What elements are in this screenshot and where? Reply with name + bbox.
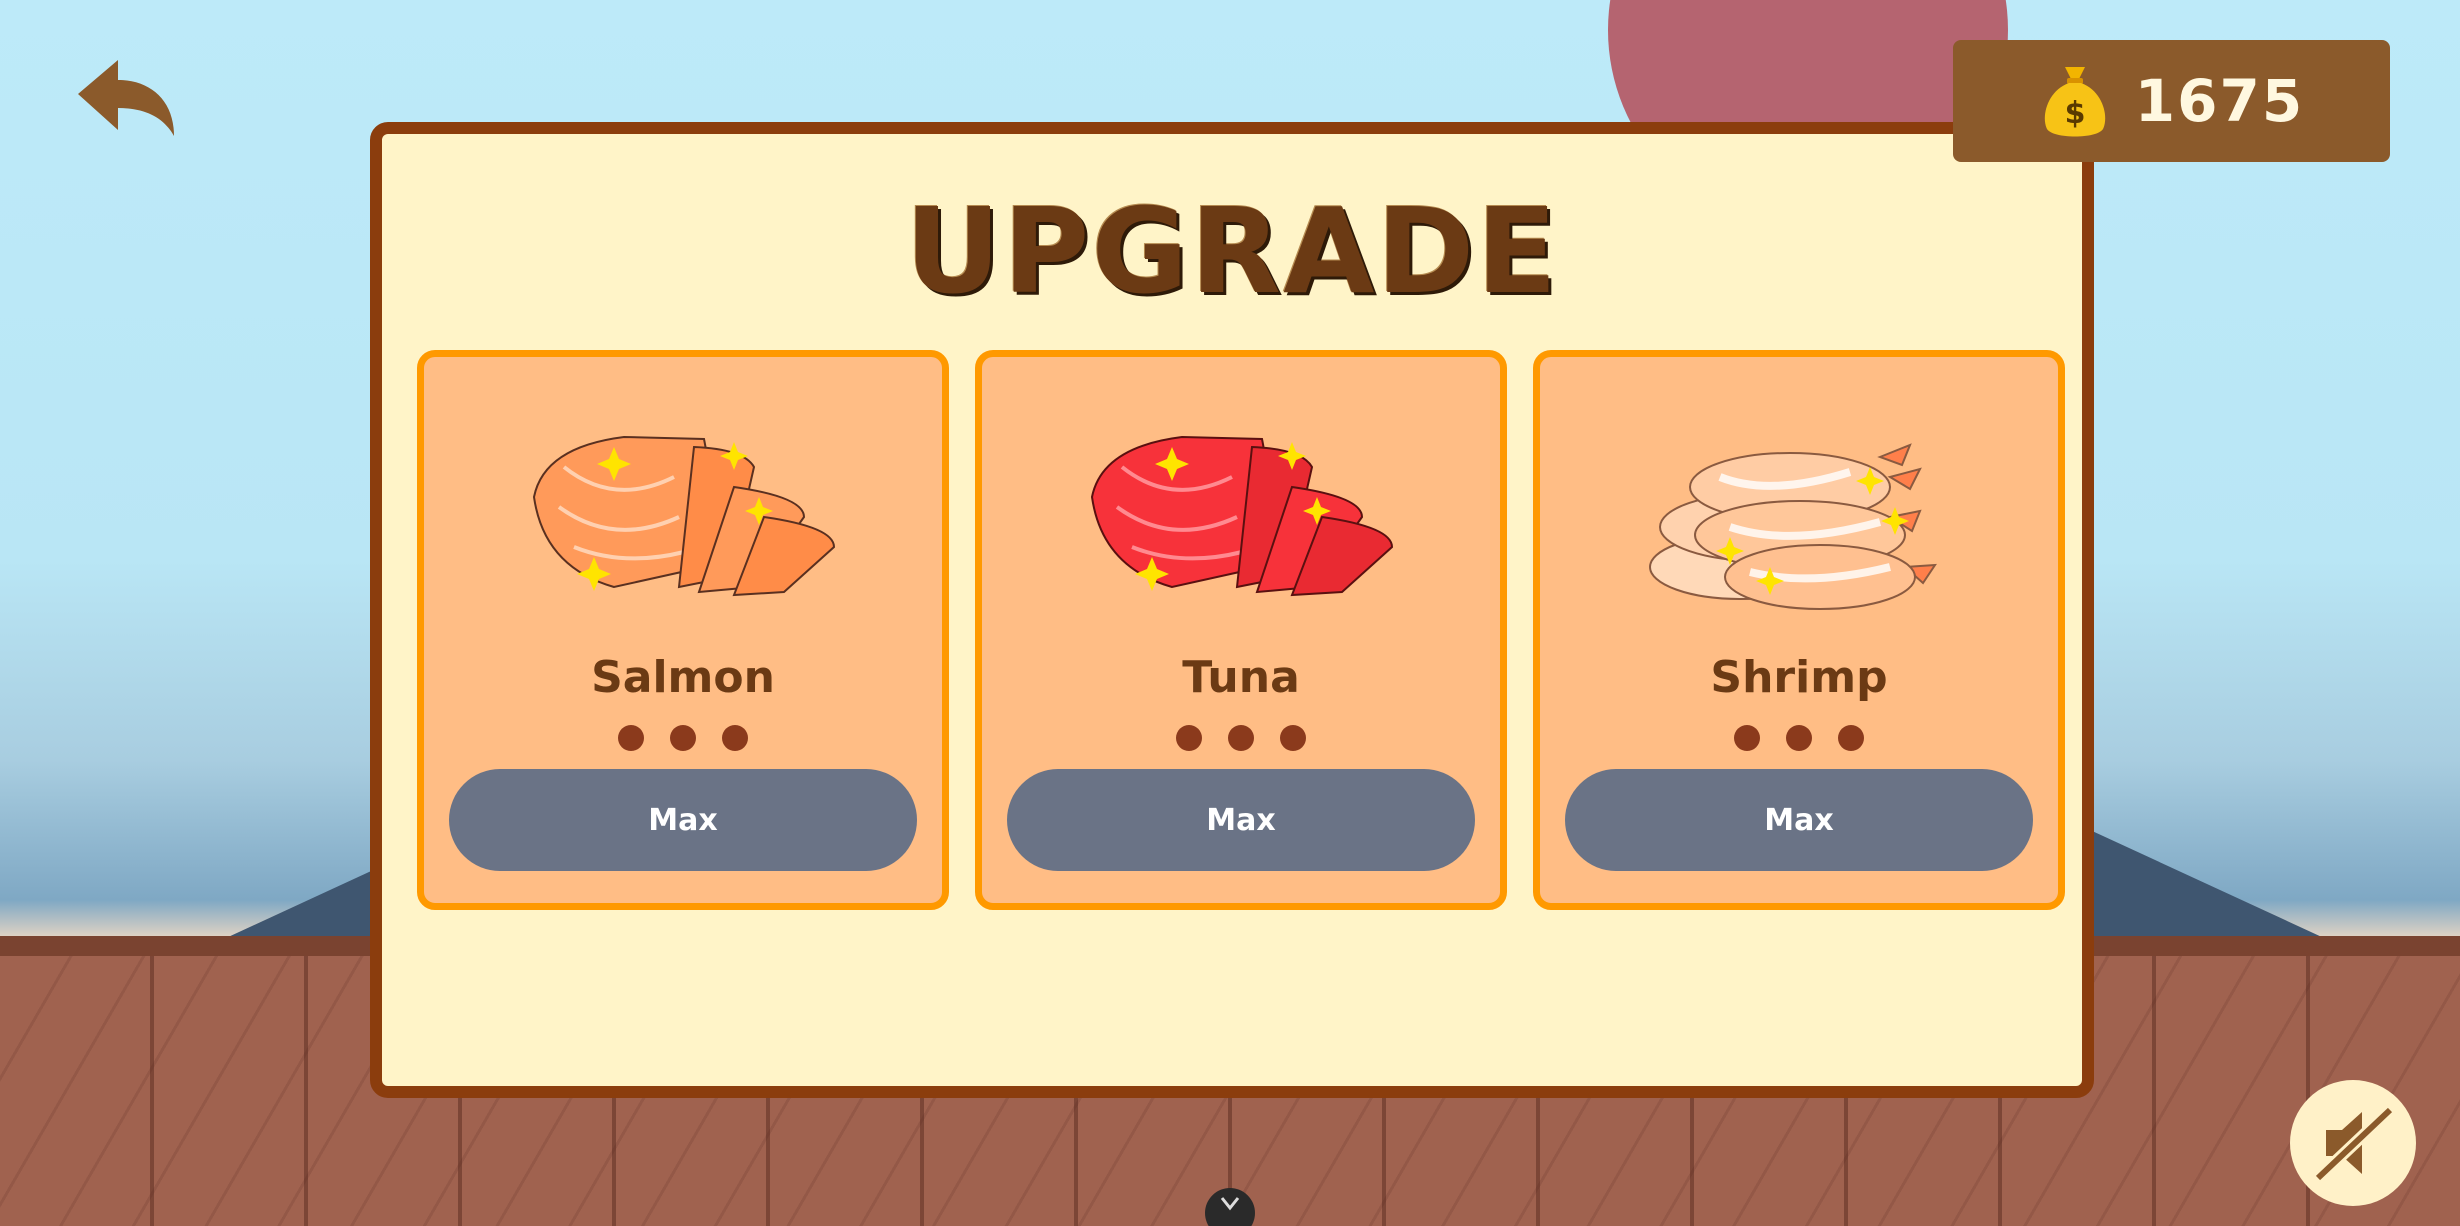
upgrade-card-shrimp: Shrimp Max	[1533, 350, 2065, 910]
upgrade-card-salmon: Salmon Max	[417, 350, 949, 910]
level-indicator	[424, 725, 942, 751]
upgrade-button-salmon[interactable]: Max	[449, 769, 917, 871]
tuna-slices-icon	[1090, 435, 1394, 597]
item-name: Tuna	[1182, 652, 1300, 703]
upgrade-card-tuna: Tuna Max	[975, 350, 1507, 910]
back-arrow-icon	[78, 60, 174, 136]
coin-count: 1675	[2134, 67, 2305, 135]
level-indicator	[1540, 725, 2058, 751]
level-dot	[1734, 725, 1760, 751]
level-indicator	[982, 725, 1500, 751]
level-dot	[1228, 725, 1254, 751]
level-dot	[1838, 725, 1864, 751]
level-dot	[618, 725, 644, 751]
salmon-slices-icon	[532, 435, 836, 597]
game-scene: $ 1675 UPGRADE Salmon Max Tuna Max Shrim…	[0, 0, 2460, 1226]
svg-text:$: $	[2064, 96, 2085, 131]
chevron-down-icon	[1220, 1197, 1240, 1211]
item-name: Shrimp	[1710, 652, 1888, 703]
coin-counter: $ 1675	[1953, 40, 2390, 162]
level-dot	[1280, 725, 1306, 751]
upgrade-button-shrimp[interactable]: Max	[1565, 769, 2033, 871]
level-dot	[1786, 725, 1812, 751]
panel-title: UPGRADE	[905, 182, 1559, 320]
shrimp-icon	[1649, 443, 1937, 610]
upgrade-panel: UPGRADE Salmon Max Tuna Max Shrimp Max	[370, 122, 2094, 1098]
level-dot	[722, 725, 748, 751]
sound-off-icon	[2313, 1105, 2395, 1183]
money-bag-icon: $	[2044, 67, 2105, 137]
upgrade-button-tuna[interactable]: Max	[1007, 769, 1475, 871]
sound-toggle-button[interactable]	[2290, 1080, 2416, 1206]
back-button[interactable]	[70, 56, 180, 152]
item-name: Salmon	[591, 652, 775, 703]
level-dot	[670, 725, 696, 751]
level-dot	[1176, 725, 1202, 751]
